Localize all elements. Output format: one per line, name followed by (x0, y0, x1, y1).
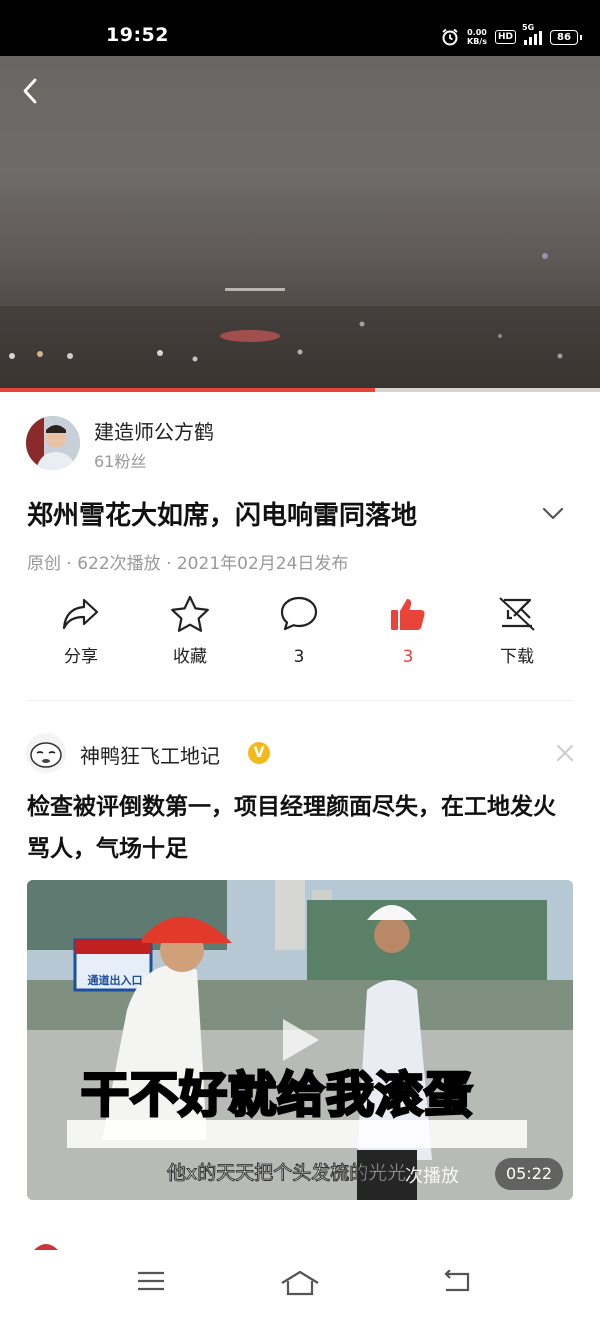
download-button[interactable]: 下载 (472, 594, 562, 668)
video-title: 郑州雪花大如席，闪电响雷同落地 (27, 501, 418, 531)
hd-badge: HD (494, 30, 516, 44)
play-count: 次播放 (405, 1166, 459, 1187)
divider (27, 700, 573, 701)
action-bar: 分享 收藏 3 3 下载 (26, 594, 574, 674)
share-label: 分享 (64, 647, 98, 667)
rec-avatar[interactable] (26, 733, 66, 773)
video-meta: 原创 · 622次播放 · 2021年02月24日发布 (27, 554, 349, 574)
status-time: 19:52 (106, 24, 169, 46)
menu-icon[interactable] (136, 1270, 166, 1292)
signal-icon: 5G (522, 23, 542, 45)
thumbnail-subtitle: 他x的天天把个头发梳的光光 (166, 1162, 407, 1185)
status-bar: 19:52 0.00 KB/s HD 5G 86 (0, 0, 600, 56)
battery-level: 86 (557, 31, 571, 43)
star-icon (171, 595, 209, 632)
video-player[interactable] (0, 56, 600, 390)
net-speed-value: 0.00 (467, 28, 487, 37)
avatar[interactable] (26, 416, 80, 470)
play-icon (283, 1019, 319, 1061)
comment-icon (280, 596, 318, 631)
network-type: 5G (522, 23, 535, 32)
author-fans: 61粉丝 (94, 452, 147, 471)
rec-video-title[interactable]: 检查被评倒数第一，项目经理颜面尽失，在工地发火骂人，气场十足 (27, 786, 573, 870)
net-speed-unit: KB/s (467, 37, 487, 46)
favorite-label: 收藏 (173, 647, 207, 667)
comment-button[interactable]: 3 (254, 594, 344, 668)
verified-badge-icon: V (248, 742, 270, 764)
rec-video-thumbnail[interactable]: 干不好就给我滚蛋 他x的天天把个头发梳的光光 次播放 05:22 通道出入口 (27, 880, 573, 1200)
rec-author-name[interactable]: 神鸭狂飞工地记 (80, 740, 220, 769)
net-speed: 0.00 KB/s (467, 28, 487, 46)
favorite-button[interactable]: 收藏 (145, 594, 235, 668)
author-name[interactable]: 建造师公方鹤 (94, 416, 214, 445)
video-frame (0, 253, 600, 390)
author-row[interactable]: 建造师公方鹤 61粉丝 (26, 416, 214, 471)
like-count: 3 (402, 647, 414, 667)
share-button[interactable]: 分享 (36, 594, 126, 668)
sign-text: 通道出入口 (87, 974, 143, 987)
back-nav-icon[interactable] (440, 1270, 472, 1294)
share-icon (62, 598, 99, 630)
status-icons: 0.00 KB/s HD 5G 86 (441, 23, 582, 48)
thumbnail-caption: 干不好就给我滚蛋 (79, 1066, 474, 1125)
next-item-avatar-peek (34, 1244, 58, 1250)
video-progress-bar[interactable] (0, 388, 600, 392)
video-progress-fill (0, 388, 375, 392)
close-icon[interactable] (554, 742, 576, 764)
back-icon[interactable] (16, 76, 46, 106)
home-icon[interactable] (280, 1270, 320, 1296)
like-button[interactable]: 3 (363, 594, 453, 668)
download-icon (499, 597, 535, 631)
system-nav-bar (0, 1240, 600, 1320)
comment-count: 3 (293, 647, 305, 667)
battery-icon: 86 (550, 29, 582, 45)
thumbs-up-icon (391, 599, 425, 630)
chevron-down-icon[interactable] (540, 503, 566, 523)
video-duration: 05:22 (495, 1158, 563, 1190)
alarm-icon (442, 28, 458, 46)
download-label: 下载 (500, 647, 534, 667)
